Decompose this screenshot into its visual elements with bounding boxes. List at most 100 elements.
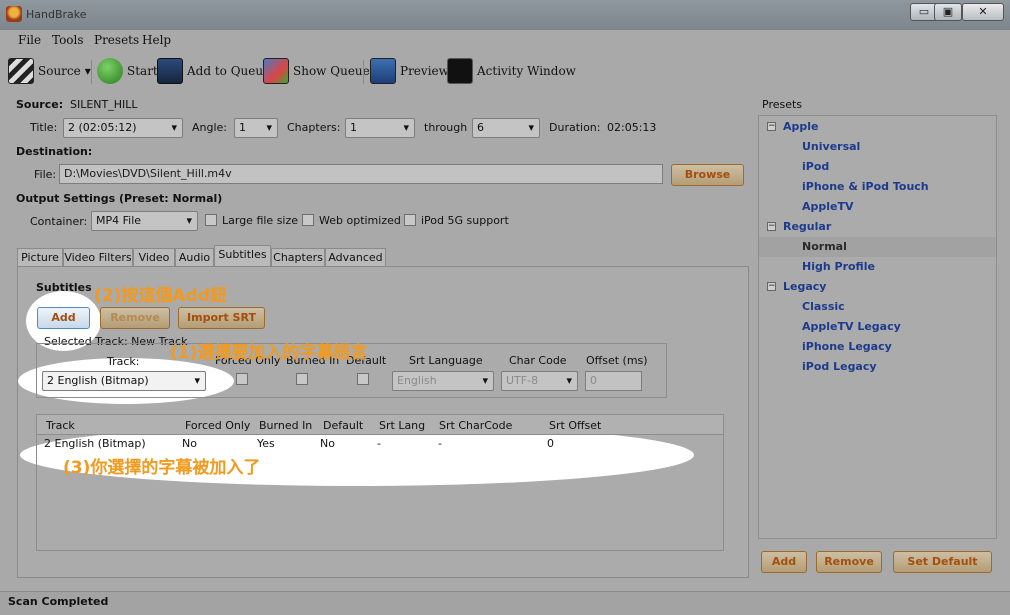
track-label: Track: xyxy=(107,355,140,368)
column-header-default[interactable]: Default xyxy=(323,419,363,432)
angle-select[interactable]: 1 xyxy=(234,118,278,138)
maximize-button[interactable]: ▣ xyxy=(934,3,962,21)
output-settings-heading: Output Settings (Preset: Normal) xyxy=(16,192,223,205)
collapse-apple-icon[interactable]: − xyxy=(767,122,776,131)
remove-preset-button[interactable]: Remove xyxy=(816,551,882,573)
tab-subtitles[interactable]: Subtitles xyxy=(214,245,271,268)
file-label: File: xyxy=(34,168,57,181)
ipod-5g-checkbox[interactable] xyxy=(404,214,416,226)
preset-classic[interactable]: Classic xyxy=(802,300,845,313)
menu-help[interactable]: Help xyxy=(142,33,171,47)
source-label: Source xyxy=(38,64,81,78)
play-icon xyxy=(97,58,123,84)
preset-iphone-legacy[interactable]: iPhone Legacy xyxy=(802,340,892,353)
add-subtitle-button[interactable]: Add xyxy=(37,307,90,329)
menu-tools[interactable]: Tools xyxy=(52,33,84,47)
title-select[interactable]: 2 (02:05:12) xyxy=(63,118,183,138)
track-select[interactable]: 2 English (Bitmap) xyxy=(42,371,206,391)
char-code-label: Char Code xyxy=(509,354,567,367)
set-default-preset-button[interactable]: Set Default xyxy=(893,551,992,573)
preset-normal[interactable]: Normal xyxy=(802,240,847,253)
menu-file[interactable]: File xyxy=(18,33,41,47)
show-queue-label: Show Queue xyxy=(293,64,370,78)
add-to-queue-icon xyxy=(157,58,183,84)
preset-ipod[interactable]: iPod xyxy=(802,160,829,173)
preview-button[interactable]: Preview xyxy=(370,56,449,86)
browse-button[interactable]: Browse xyxy=(671,164,744,186)
annotation-step-3: (3)你選擇的字幕被加入了 xyxy=(63,458,261,478)
column-header-srt-charcode[interactable]: Srt CharCode xyxy=(439,419,512,432)
tab-chapters[interactable]: Chapters xyxy=(271,248,325,267)
forced-only-checkbox[interactable] xyxy=(236,373,248,385)
file-path-input[interactable]: D:\Movies\DVD\Silent_Hill.m4v xyxy=(59,164,663,184)
preset-universal[interactable]: Universal xyxy=(802,140,860,153)
toolbar-separator xyxy=(363,60,364,84)
preset-high-profile[interactable]: High Profile xyxy=(802,260,875,273)
angle-label: Angle: xyxy=(192,121,228,134)
tab-audio[interactable]: Audio xyxy=(175,248,214,267)
table-cell: - xyxy=(377,437,381,450)
ipod-5g-label: iPod 5G support xyxy=(421,214,509,227)
source-button[interactable]: Source ▾ xyxy=(8,56,91,86)
offset-stepper[interactable]: 0 xyxy=(585,371,642,391)
container-select[interactable]: MP4 File xyxy=(91,211,198,231)
window-title: HandBrake xyxy=(26,8,87,21)
activity-window-label: Activity Window xyxy=(477,64,576,78)
through-label: through xyxy=(424,121,468,134)
tab-video[interactable]: Video xyxy=(133,248,175,267)
preset-iphone-ipod-touch[interactable]: iPhone & iPod Touch xyxy=(802,180,929,193)
srt-language-select[interactable]: English xyxy=(392,371,494,391)
tab-picture[interactable]: Picture xyxy=(17,248,63,267)
offset-label: Offset (ms) xyxy=(586,354,648,367)
burned-in-checkbox[interactable] xyxy=(296,373,308,385)
preset-group-apple[interactable]: Apple xyxy=(783,120,819,133)
column-header-srt-offset[interactable]: Srt Offset xyxy=(549,419,601,432)
remove-subtitle-button[interactable]: Remove xyxy=(100,307,170,329)
show-queue-button[interactable]: Show Queue xyxy=(263,56,370,86)
start-label: Start xyxy=(127,64,158,78)
handbrake-app-icon xyxy=(6,6,22,22)
preview-icon xyxy=(370,58,396,84)
close-button[interactable]: ✕ xyxy=(962,3,1004,21)
menu-presets[interactable]: Presets xyxy=(94,33,139,47)
add-to-queue-button[interactable]: Add to Queue xyxy=(157,56,270,86)
default-checkbox[interactable] xyxy=(357,373,369,385)
toolbar-separator xyxy=(91,60,92,84)
column-header-burned-in[interactable]: Burned In xyxy=(259,419,312,432)
start-button[interactable]: Start xyxy=(97,56,158,86)
web-optimized-checkbox[interactable] xyxy=(302,214,314,226)
preset-group-legacy[interactable]: Legacy xyxy=(783,280,826,293)
column-header-track[interactable]: Track xyxy=(46,419,75,432)
status-bar xyxy=(0,591,1010,615)
large-file-label: Large file size xyxy=(222,214,299,227)
large-file-checkbox[interactable] xyxy=(205,214,217,226)
add-preset-button[interactable]: Add xyxy=(761,551,807,573)
preset-appletv[interactable]: AppleTV xyxy=(802,200,854,213)
terminal-icon xyxy=(447,58,473,84)
table-cell: No xyxy=(182,437,197,450)
source-heading: Source: xyxy=(16,98,64,111)
chapter-end-select[interactable]: 6 xyxy=(472,118,540,138)
table-cell: Yes xyxy=(257,437,275,450)
column-header-srt-lang[interactable]: Srt Lang xyxy=(379,419,425,432)
tab-advanced[interactable]: Advanced xyxy=(325,248,386,267)
column-header-forced-only[interactable]: Forced Only xyxy=(185,419,250,432)
presets-heading: Presets xyxy=(762,98,803,111)
tab-video-filters[interactable]: Video Filters xyxy=(63,248,133,267)
table-cell: - xyxy=(438,437,442,450)
collapse-regular-icon[interactable]: − xyxy=(767,222,776,231)
preset-ipod-legacy[interactable]: iPod Legacy xyxy=(802,360,877,373)
chevron-down-icon: ▾ xyxy=(84,64,91,78)
collapse-legacy-icon[interactable]: − xyxy=(767,282,776,291)
chapter-start-select[interactable]: 1 xyxy=(345,118,415,138)
preview-label: Preview xyxy=(400,64,449,78)
char-code-select[interactable]: UTF-8 xyxy=(501,371,578,391)
preset-group-regular[interactable]: Regular xyxy=(783,220,831,233)
srt-language-label: Srt Language xyxy=(409,354,483,367)
import-srt-button[interactable]: Import SRT xyxy=(178,307,265,329)
title-bar xyxy=(0,0,1010,30)
chapters-label: Chapters: xyxy=(287,121,341,134)
add-to-queue-label: Add to Queue xyxy=(187,64,271,78)
activity-window-button[interactable]: Activity Window xyxy=(447,56,576,86)
preset-appletv-legacy[interactable]: AppleTV Legacy xyxy=(802,320,901,333)
